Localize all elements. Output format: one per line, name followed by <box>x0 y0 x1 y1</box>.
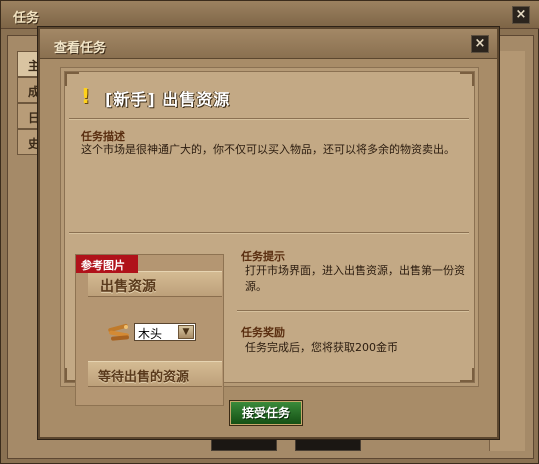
dialog-titlebar: 查看任务 <box>40 29 497 59</box>
hint-label: 任务提示 <box>241 250 285 263</box>
dialog-close-button[interactable]: × <box>471 35 489 53</box>
ref-image-tag: 参考图片 <box>76 255 138 273</box>
hint-text: 打开市场界面，进入出售资源，出售第一份资源。 <box>245 264 465 293</box>
outer-window-title: 任务 <box>13 11 40 26</box>
quest-dialog: 查看任务 × ! [新手] 出售资源 任务描述 这个市场是很神通广大的，你不仅可… <box>38 27 499 439</box>
divider <box>237 310 469 311</box>
outer-close-button[interactable]: × <box>512 6 530 24</box>
exclamation-icon: ! <box>81 84 91 108</box>
reward-text: 任务完成后，您将获取200金币 <box>245 341 398 354</box>
description-text: 这个市场是很神通广大的，你不仅可以买入物品，还可以将多余的物资卖出。 <box>81 143 455 156</box>
reference-image: 出售资源 木头 ▼ 等待出售的资源 参考图片 <box>75 254 224 406</box>
outer-titlebar: 任务 <box>1 1 539 29</box>
quest-title: [新手] 出售资源 <box>105 90 231 109</box>
ref-sell-banner: 出售资源 <box>88 271 222 297</box>
accept-quest-button[interactable]: 接受任务 <box>230 401 302 425</box>
frame-corner-ornament <box>65 72 79 86</box>
frame-corner-ornament <box>460 368 474 382</box>
reward-label: 任务奖励 <box>241 326 285 339</box>
quest-header: ! [新手] 出售资源 <box>79 82 459 112</box>
frame-corner-ornament <box>460 72 474 86</box>
chevron-down-icon[interactable]: ▼ <box>178 325 194 339</box>
dialog-title: 查看任务 <box>54 41 107 56</box>
divider <box>69 118 469 119</box>
quest-content-frame: ! [新手] 出售资源 任务描述 这个市场是很神通广大的，你不仅可以买入物品，还… <box>60 67 479 406</box>
ref-pending-banner: 等待出售的资源 <box>88 361 222 387</box>
resource-select[interactable]: 木头 ▼ <box>134 323 196 341</box>
resource-select-value: 木头 <box>138 327 163 341</box>
wood-icon <box>108 323 129 341</box>
divider <box>69 232 469 233</box>
